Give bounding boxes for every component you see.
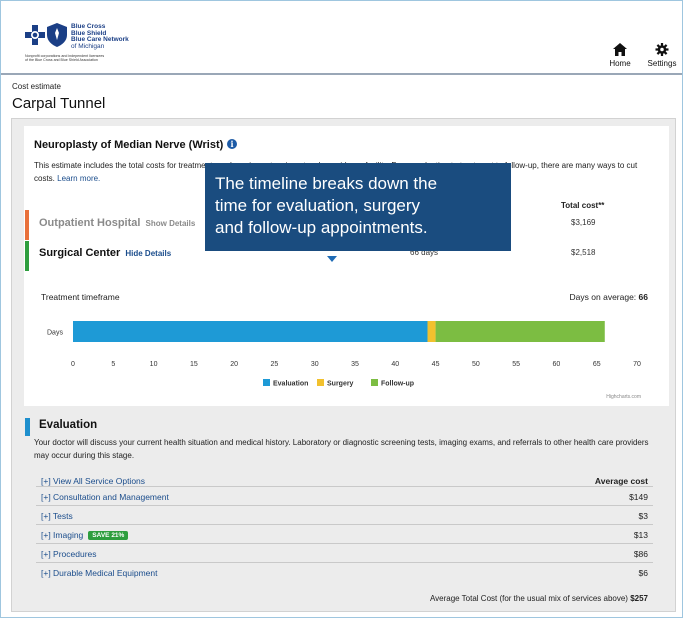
table-row: [+] Procedures $86 [36, 544, 653, 563]
callout-line: The timeline breaks down the [215, 174, 438, 193]
callout-line: time for evaluation, surgery [215, 196, 421, 215]
x-tick-label: 45 [432, 361, 440, 368]
x-tick-label: 50 [472, 361, 480, 368]
show-details-link[interactable]: Show Details [146, 219, 196, 228]
service-table-header: [+] View All Service Options Average cos… [36, 472, 653, 487]
x-tick-label: 0 [71, 361, 75, 368]
chart-svg: Treatment timeframe Days on average: 66 Da… [41, 292, 649, 400]
option-surgical-center[interactable]: Surgical Center Hide Details [39, 247, 171, 259]
bar-segment-surgery [427, 321, 436, 342]
x-tick-label: 25 [271, 361, 279, 368]
bar-segment-evaluation [73, 321, 428, 342]
service-tests-link[interactable]: [+] Tests [41, 511, 73, 521]
treatment-timeframe-chart: Treatment timeframe Days on average: 66 Da… [24, 282, 669, 406]
x-tick-label: 15 [190, 361, 198, 368]
settings-label: Settings [647, 59, 677, 68]
chart-summary: Days on average: 66 [570, 292, 649, 302]
evaluation-title: Evaluation [39, 419, 98, 431]
service-imaging-row-label: [+] Imaging SAVE 21% [41, 530, 129, 540]
home-button[interactable]: Home [600, 43, 640, 68]
service-consultation-link[interactable]: [+] Consultation and Management [41, 492, 169, 502]
table-row: [+] Durable Medical Equipment $6 [36, 563, 653, 582]
service-cost: $13 [633, 530, 648, 540]
chart-credit: Highcharts.com [606, 394, 641, 400]
option-cost: $3,169 [571, 218, 596, 227]
legend-swatch [371, 379, 378, 386]
category-label: Days [47, 330, 63, 337]
outpatient-color-bar [25, 210, 29, 240]
table-row: [+] Imaging SAVE 21% $13 [36, 525, 653, 544]
service-dme-link[interactable]: [+] Durable Medical Equipment [41, 568, 157, 578]
option-outpatient-hospital[interactable]: Outpatient Hospital Show Details [39, 217, 195, 229]
callout-pointer-icon [327, 256, 337, 262]
x-tick-label: 30 [311, 361, 319, 368]
x-tick-label: 70 [633, 361, 641, 368]
service-procedures-link[interactable]: [+] Procedures [41, 549, 97, 559]
hide-details-link[interactable]: Hide Details [125, 249, 171, 258]
average-cost-header: Average cost [594, 476, 648, 486]
option-name: Surgical Center [39, 247, 121, 259]
blue-shield-icon [47, 23, 67, 47]
table-row: [+] Consultation and Management $149 [36, 487, 653, 506]
table-row: [+] Tests $3 [36, 506, 653, 525]
option-cost: $2,518 [571, 248, 596, 257]
home-icon [613, 43, 627, 56]
bcbs-logo[interactable]: Blue Cross Blue Shield Blue Care Network… [25, 23, 145, 63]
x-tick-label: 5 [111, 361, 115, 368]
x-tick-label: 60 [553, 361, 561, 368]
option-name: Outpatient Hospital [39, 217, 141, 229]
service-cost: $3 [638, 511, 648, 521]
evaluation-description: Your doctor will discuss your current he… [34, 438, 649, 460]
home-label: Home [609, 59, 631, 68]
x-tick-label: 20 [230, 361, 238, 368]
surgical-center-color-bar [25, 241, 29, 271]
legend-swatch [317, 379, 324, 386]
view-all-services-link[interactable]: [+] View All Service Options [41, 476, 145, 486]
x-tick-label: 40 [391, 361, 399, 368]
total-cost-header: Total cost** [561, 201, 605, 210]
x-tick-label: 10 [150, 361, 158, 368]
procedure-title: Neuroplasty of Median Nerve (Wrist) [34, 139, 224, 151]
legend-label: Follow-up [381, 381, 414, 388]
service-cost: $86 [633, 549, 648, 559]
service-cost: $6 [638, 568, 648, 578]
blue-cross-icon [25, 25, 45, 45]
settings-button[interactable]: Settings [642, 43, 682, 68]
top-bar: Blue Cross Blue Shield Blue Care Network… [1, 1, 682, 75]
chart-title: Treatment timeframe [41, 292, 120, 302]
page-title: Carpal Tunnel [12, 95, 106, 112]
average-total-cost: Average Total Cost (for the usual mix of… [430, 594, 648, 603]
legend-label: Evaluation [273, 381, 308, 388]
timeline-callout: The timeline breaks down the time for ev… [205, 163, 511, 251]
total-value: $257 [630, 594, 648, 603]
save-badge: SAVE 21% [88, 531, 129, 540]
legal-notice: Nonprofit corporations and independent l… [25, 54, 105, 63]
bar-segment-follow-up [435, 321, 605, 342]
learn-more-link[interactable]: Learn more. [57, 174, 100, 183]
breadcrumb: Cost estimate [12, 82, 61, 91]
gear-icon [655, 43, 669, 56]
x-tick-label: 55 [512, 361, 520, 368]
evaluation-accent-bar [25, 418, 30, 436]
service-cost: $149 [629, 492, 648, 502]
x-tick-label: 35 [351, 361, 359, 368]
x-tick-label: 65 [593, 361, 601, 368]
service-imaging-link[interactable]: [+] Imaging [41, 530, 83, 540]
info-icon[interactable]: i [227, 139, 237, 149]
brand-name: Blue Cross Blue Shield Blue Care Network… [71, 23, 129, 50]
legend-swatch [263, 379, 270, 386]
total-label: Average Total Cost (for the usual mix of… [429, 594, 628, 603]
legend-label: Surgery [327, 381, 354, 388]
callout-line: and follow-up appointments. [215, 218, 428, 237]
